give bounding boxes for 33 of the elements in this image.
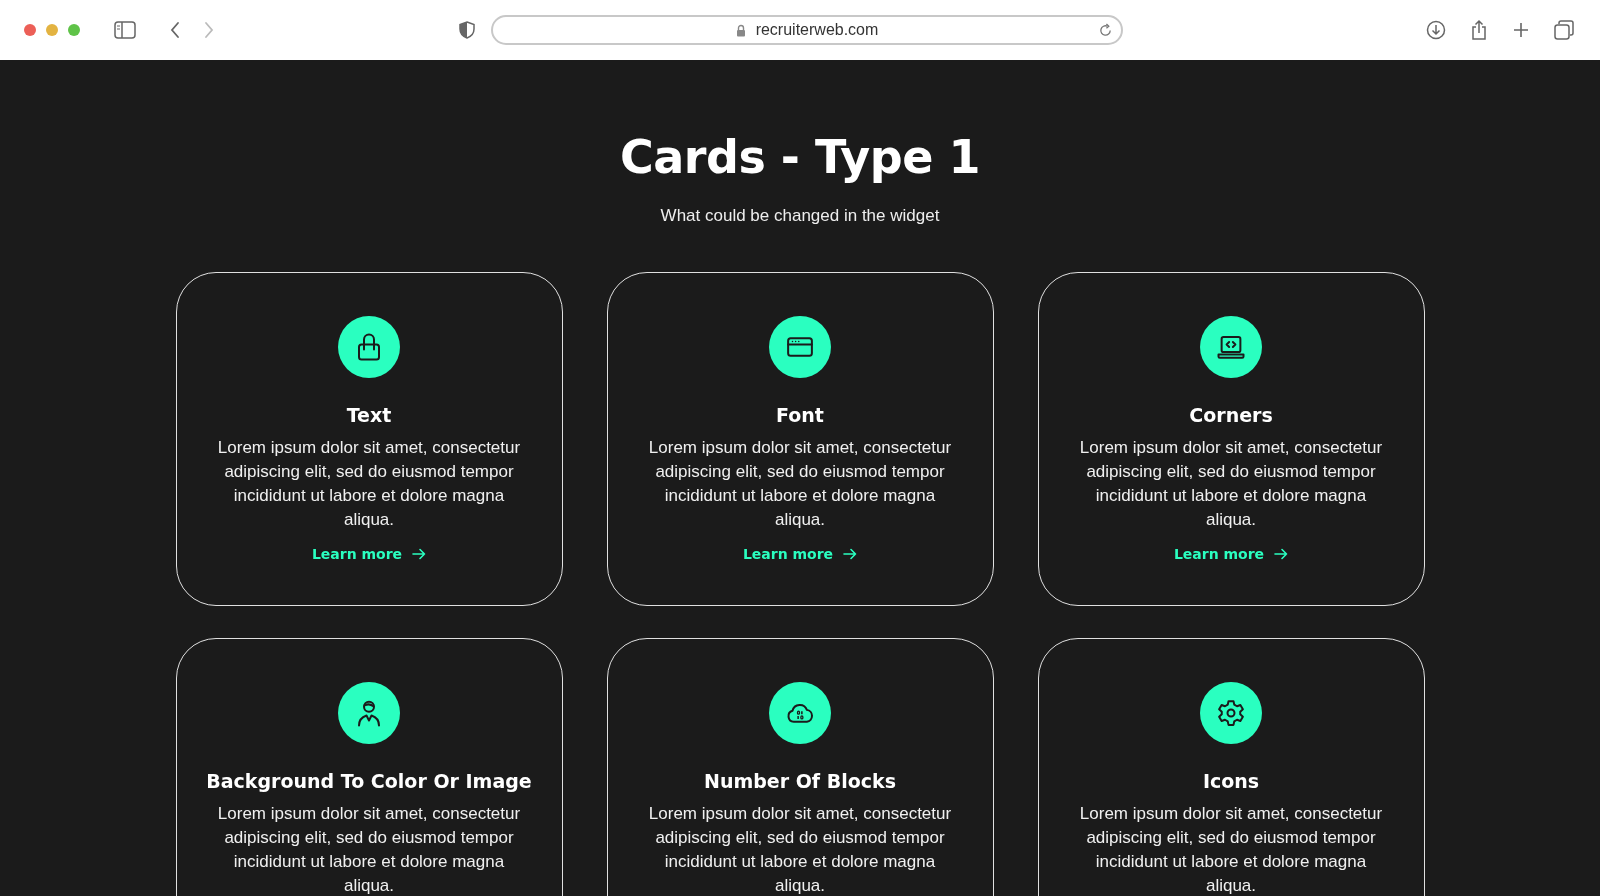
card-description: Lorem ipsum dolor sit amet, consectetur adipiscing elit, sed do eiusmod tempor incididunt ut labore et dolore magna aliqua. [1078, 437, 1384, 531]
arrow-right-icon [412, 547, 427, 561]
learn-more-link[interactable]: Learn more [1173, 546, 1289, 562]
back-icon[interactable] [170, 21, 180, 39]
arrow-right-icon [843, 547, 858, 561]
card-description: Lorem ipsum dolor sit amet, consectetur adipiscing elit, sed do eiusmod tempor incididunt ut labore et dolore magna aliqua. [216, 803, 522, 896]
card-description: Lorem ipsum dolor sit amet, consectetur adipiscing elit, sed do eiusmod tempor incididunt ut labore et dolore magna aliqua. [647, 803, 953, 896]
card-title: Corners [1189, 404, 1273, 426]
learn-more-link[interactable]: Learn more [742, 546, 858, 562]
reload-icon[interactable] [1098, 23, 1113, 38]
page-title: Cards - Type 1 [620, 130, 980, 184]
arrow-right-icon [1274, 547, 1289, 561]
card-title: Background To Color Or Image [206, 770, 532, 792]
learn-more-link[interactable]: Learn more [311, 546, 427, 562]
url-text: recruiterweb.com [755, 21, 879, 39]
shield-icon[interactable] [459, 21, 475, 39]
address-bar[interactable]: recruiterweb.com [491, 15, 1123, 45]
card-description: Lorem ipsum dolor sit amet, consectetur adipiscing elit, sed do eiusmod tempor incididunt ut labore et dolore magna aliqua. [216, 437, 522, 531]
tabs-overview-icon[interactable] [1554, 20, 1574, 40]
sidebar-icon[interactable] [114, 21, 136, 39]
close-window-button[interactable] [24, 24, 36, 36]
card-title: Text [346, 404, 392, 426]
card-description: Lorem ipsum dolor sit amet, consectetur adipiscing elit, sed do eiusmod tempor incididunt ut labore et dolore magna aliqua. [1078, 803, 1384, 896]
card-title: Font [776, 404, 824, 426]
page-subtitle: What could be changed in the widget [660, 206, 940, 226]
card-title: Icons [1202, 770, 1260, 792]
gear-icon [1216, 698, 1246, 728]
share-icon[interactable] [1470, 19, 1488, 41]
lock-icon [735, 23, 746, 37]
download-icon[interactable] [1426, 20, 1446, 40]
card-title: Number Of Blocks [704, 770, 896, 792]
card-description: Lorem ipsum dolor sit amet, consectetur adipiscing elit, sed do eiusmod tempor incididunt ut labore et dolore magna aliqua. [647, 437, 953, 531]
new-tab-icon[interactable] [1512, 21, 1530, 39]
